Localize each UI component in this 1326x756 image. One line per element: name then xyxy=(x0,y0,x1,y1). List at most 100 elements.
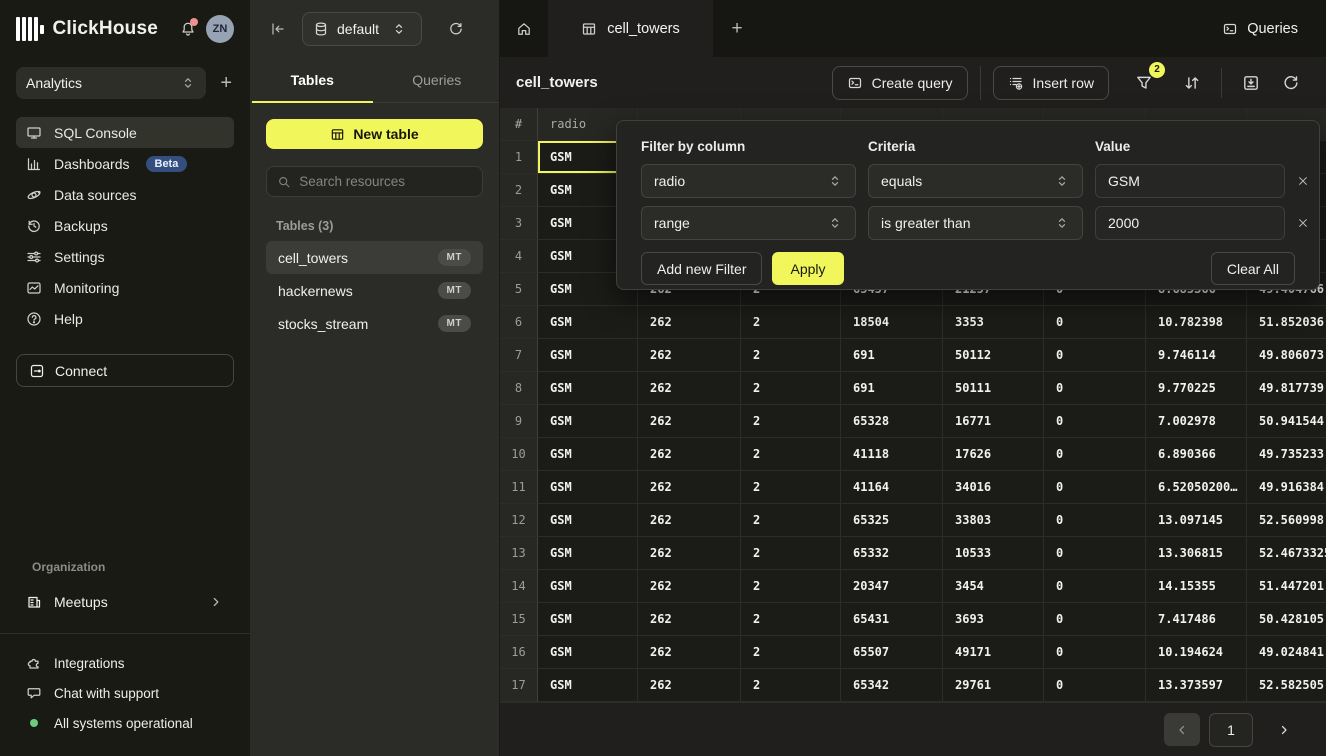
insert-row-button[interactable]: Insert row xyxy=(993,66,1109,100)
sidebar-item-settings[interactable]: Settings xyxy=(16,241,234,272)
table-cell[interactable]: 10.194624 xyxy=(1146,636,1247,669)
table-cell[interactable]: GSM xyxy=(538,471,638,504)
table-cell[interactable]: 691 xyxy=(841,339,943,372)
filter-criteria-select[interactable]: equals xyxy=(868,164,1083,198)
download-button[interactable] xyxy=(1238,70,1264,96)
table-cell[interactable]: GSM xyxy=(538,372,638,405)
sidebar-item-meetups[interactable]: Meetups xyxy=(16,586,234,617)
table-list-item[interactable]: hackernews MT xyxy=(266,274,483,307)
table-cell[interactable]: 0 xyxy=(1044,438,1146,471)
table-cell[interactable]: 2 xyxy=(741,669,841,702)
table-cell[interactable]: GSM xyxy=(538,306,638,339)
next-page-button[interactable] xyxy=(1272,718,1296,742)
table-cell[interactable]: 65328 xyxy=(841,405,943,438)
row-number[interactable]: 11 xyxy=(500,471,538,504)
table-cell[interactable]: GSM xyxy=(538,669,638,702)
row-number[interactable]: 7 xyxy=(500,339,538,372)
table-cell[interactable]: 41118 xyxy=(841,438,943,471)
table-cell[interactable]: 2 xyxy=(741,339,841,372)
table-cell[interactable]: 0 xyxy=(1044,339,1146,372)
row-number[interactable]: 12 xyxy=(500,504,538,537)
new-table-button[interactable]: New table xyxy=(266,119,483,149)
page-number[interactable]: 1 xyxy=(1209,713,1253,747)
table-cell[interactable]: 262 xyxy=(638,636,741,669)
table-cell[interactable]: 262 xyxy=(638,471,741,504)
filter-value-input[interactable] xyxy=(1095,206,1285,240)
table-cell[interactable]: 41164 xyxy=(841,471,943,504)
sidebar-item-help[interactable]: Help xyxy=(16,303,234,334)
table-cell[interactable]: 49.806073 xyxy=(1247,339,1326,372)
avatar[interactable]: ZN xyxy=(206,15,234,43)
tab-cell-towers[interactable]: cell_towers xyxy=(548,0,713,57)
system-status-link[interactable]: All systems operational xyxy=(16,708,234,738)
filter-value-input[interactable] xyxy=(1095,164,1285,198)
workspace-select[interactable]: Analytics xyxy=(16,67,206,99)
table-cell[interactable]: 33803 xyxy=(943,504,1044,537)
row-number[interactable]: 13 xyxy=(500,537,538,570)
row-number[interactable]: 9 xyxy=(500,405,538,438)
row-number[interactable]: 4 xyxy=(500,240,538,273)
database-select[interactable]: default xyxy=(302,12,422,46)
table-cell[interactable]: 65332 xyxy=(841,537,943,570)
filter-button[interactable]: 2 xyxy=(1131,70,1157,96)
table-cell[interactable]: 9.770225 xyxy=(1146,372,1247,405)
add-workspace-button[interactable]: + xyxy=(218,73,234,93)
table-cell[interactable]: 50.428105 xyxy=(1247,603,1326,636)
table-cell[interactable]: 16771 xyxy=(943,405,1044,438)
table-cell[interactable]: 2 xyxy=(741,636,841,669)
table-cell[interactable]: 52.582505 xyxy=(1247,669,1326,702)
table-cell[interactable]: 49171 xyxy=(943,636,1044,669)
table-cell[interactable]: 0 xyxy=(1044,372,1146,405)
row-number[interactable]: 16 xyxy=(500,636,538,669)
tab-queries[interactable]: Queries xyxy=(375,57,500,102)
table-cell[interactable]: 20347 xyxy=(841,570,943,603)
table-cell[interactable]: 0 xyxy=(1044,537,1146,570)
sidebar-item-data-sources[interactable]: Data sources xyxy=(16,179,234,210)
notifications-button[interactable] xyxy=(180,21,196,37)
table-cell[interactable]: 50112 xyxy=(943,339,1044,372)
table-cell[interactable]: 2 xyxy=(741,306,841,339)
table-cell[interactable]: 262 xyxy=(638,669,741,702)
queries-button[interactable]: Queries xyxy=(1222,21,1298,37)
table-cell[interactable]: 17626 xyxy=(943,438,1044,471)
table-cell[interactable]: 52.4673325 xyxy=(1247,537,1326,570)
table-cell[interactable]: 10.782398 xyxy=(1146,306,1247,339)
table-cell[interactable]: GSM xyxy=(538,339,638,372)
table-cell[interactable]: 13.373597 xyxy=(1146,669,1247,702)
row-number[interactable]: 1 xyxy=(500,141,538,174)
table-cell[interactable]: 0 xyxy=(1044,570,1146,603)
table-cell[interactable]: 262 xyxy=(638,306,741,339)
table-cell[interactable]: 29761 xyxy=(943,669,1044,702)
table-cell[interactable]: 2 xyxy=(741,405,841,438)
table-cell[interactable]: 65507 xyxy=(841,636,943,669)
sidebar-item-sql-console[interactable]: SQL Console xyxy=(16,117,234,148)
table-cell[interactable]: 3693 xyxy=(943,603,1044,636)
table-cell[interactable]: 7.002978 xyxy=(1146,405,1247,438)
table-cell[interactable]: 6.890366 xyxy=(1146,438,1247,471)
table-cell[interactable]: 65431 xyxy=(841,603,943,636)
table-cell[interactable]: 50.941544 xyxy=(1247,405,1326,438)
refresh-table-button[interactable] xyxy=(1278,70,1304,96)
table-cell[interactable]: 2 xyxy=(741,537,841,570)
row-number[interactable]: 17 xyxy=(500,669,538,702)
table-cell[interactable]: 262 xyxy=(638,570,741,603)
table-cell[interactable]: 34016 xyxy=(943,471,1044,504)
remove-filter-button[interactable] xyxy=(1297,175,1309,187)
table-cell[interactable]: 0 xyxy=(1044,405,1146,438)
sidebar-item-monitoring[interactable]: Monitoring xyxy=(16,272,234,303)
table-cell[interactable]: 262 xyxy=(638,405,741,438)
table-cell[interactable]: GSM xyxy=(538,636,638,669)
table-cell[interactable]: 49.817739 xyxy=(1247,372,1326,405)
table-cell[interactable]: 51.447201 xyxy=(1247,570,1326,603)
table-cell[interactable]: 262 xyxy=(638,339,741,372)
table-cell[interactable]: GSM xyxy=(538,537,638,570)
table-cell[interactable]: 0 xyxy=(1044,504,1146,537)
table-list-item[interactable]: stocks_stream MT xyxy=(266,307,483,340)
new-tab-button[interactable]: + xyxy=(713,0,761,57)
row-number[interactable]: 2 xyxy=(500,174,538,207)
table-cell[interactable]: 65342 xyxy=(841,669,943,702)
table-cell[interactable]: 0 xyxy=(1044,669,1146,702)
table-cell[interactable]: 49.024841 xyxy=(1247,636,1326,669)
table-cell[interactable]: GSM xyxy=(538,570,638,603)
row-number[interactable]: 14 xyxy=(500,570,538,603)
